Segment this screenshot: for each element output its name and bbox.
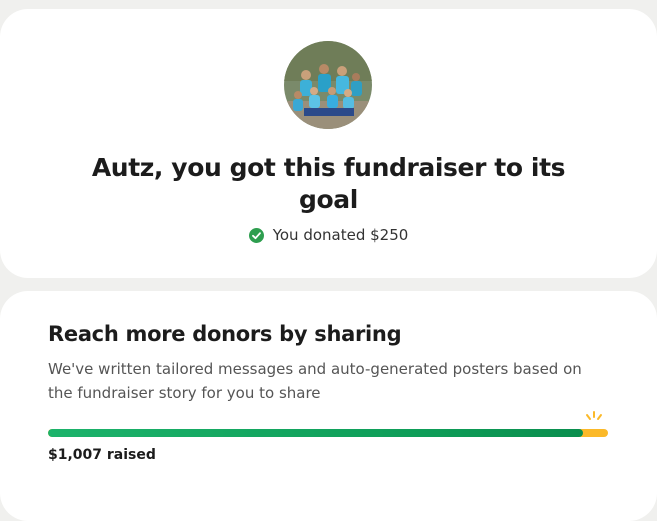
check-circle-icon <box>248 227 264 243</box>
share-description: We've written tailored messages and auto… <box>48 360 582 402</box>
goal-reached-card: Autz, you got this fundraiser to its goa… <box>0 9 657 278</box>
share-card: Reach more donors by sharing We've writt… <box>0 291 657 521</box>
share-title: Reach more donors by sharing <box>48 322 402 346</box>
raised-amount: $1,007 raised <box>48 447 156 463</box>
fundraiser-avatar <box>284 41 372 129</box>
fundraiser-photo-image <box>284 41 372 129</box>
goal-headline: Autz, you got this fundraiser to its goa… <box>91 153 566 214</box>
donation-status: You donated $250 <box>0 225 657 245</box>
donation-text: You donated $250 <box>272 226 409 244</box>
sparkle-icon <box>586 411 602 420</box>
progress-fill <box>48 429 583 437</box>
progress-track <box>48 429 608 437</box>
fundraiser-progress-bar <box>48 411 608 445</box>
